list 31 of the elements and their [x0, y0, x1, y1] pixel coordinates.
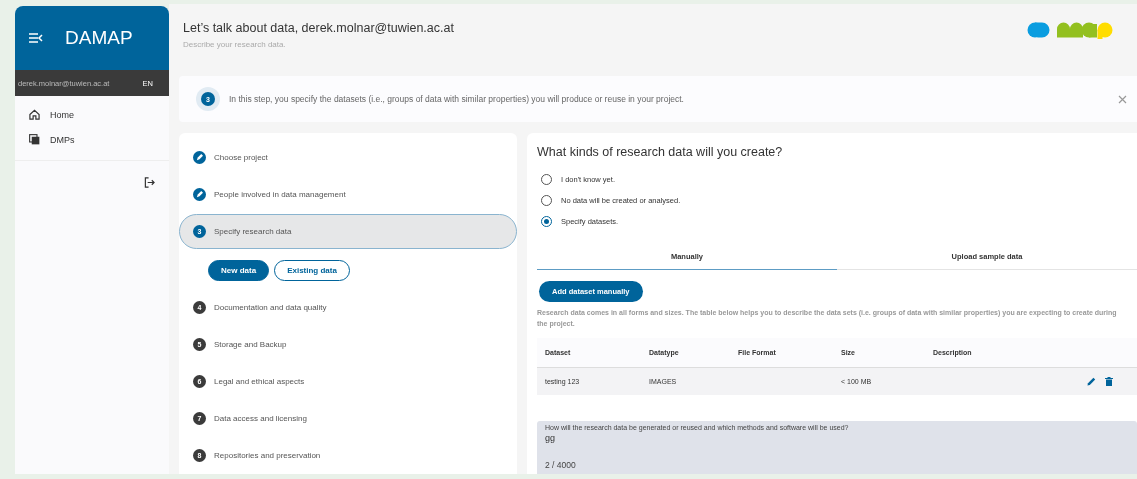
step-item[interactable]: People involved in data management — [179, 176, 517, 213]
step-label: Documentation and data quality — [214, 303, 327, 313]
question-title: What kinds of research data will you create? — [537, 145, 784, 159]
step-label: People involved in data management — [214, 189, 346, 199]
nav-item[interactable]: DMPs — [15, 127, 169, 152]
pencil-icon — [193, 151, 206, 164]
edit-icon[interactable] — [1087, 377, 1096, 386]
menu-icon[interactable] — [29, 33, 43, 43]
step-label: Data access and licensing — [214, 414, 307, 424]
step-label: Legal and ethical aspects — [214, 377, 305, 387]
delete-icon[interactable] — [1105, 377, 1113, 386]
step-label: Choose project — [214, 153, 268, 162]
nav-item[interactable]: Home — [15, 102, 169, 127]
step-label: Specify research data — [214, 227, 292, 237]
nav-label: Home — [50, 109, 74, 120]
logout-icon[interactable] — [144, 177, 155, 188]
home-icon — [29, 109, 40, 120]
data-type-button[interactable]: Existing data — [274, 260, 350, 282]
field-value: gg — [545, 433, 556, 443]
app-title: DAMAP — [65, 27, 133, 49]
page-subtitle: Describe your research data. — [183, 40, 287, 49]
character-counter: 2 / 4000 — [545, 460, 577, 471]
nav-label: DMPs — [50, 134, 75, 145]
pencil-icon — [193, 187, 206, 201]
banner-text: In this step, you specify the datasets (i.e., groups of data with similar properties) you will produce or reuse in your project. — [229, 94, 685, 104]
step-item[interactable]: Choose project — [179, 139, 517, 176]
step-label: Storage and Backup — [214, 340, 287, 350]
data-type-button[interactable]: New data — [208, 260, 270, 282]
page-title: Let’s talk about data, derek.molnar@tuwien.ac.at — [183, 21, 454, 35]
step-label: Repositories and preservation — [214, 451, 321, 461]
documents-icon — [29, 134, 40, 145]
